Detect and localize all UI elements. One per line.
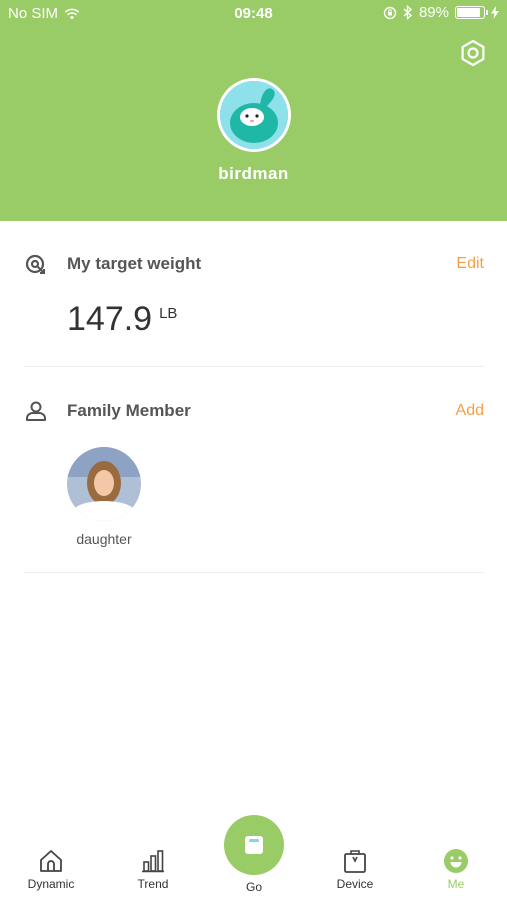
section-divider [24, 572, 484, 573]
user-avatar[interactable] [217, 78, 291, 152]
target-weight-display: 147.9 LB [67, 300, 177, 339]
tab-dynamic[interactable]: Dynamic [11, 848, 91, 891]
target-weight-unit: LB [159, 305, 178, 322]
settings-gear-icon[interactable] [458, 38, 488, 68]
add-member-button[interactable]: Add [456, 402, 484, 420]
tab-label: Device [336, 877, 374, 891]
smiley-icon [444, 849, 468, 873]
target-weight-row: My target weight Edit [24, 249, 484, 279]
member-photo [67, 447, 141, 521]
tab-label: Me [447, 877, 465, 891]
house-icon [40, 850, 62, 872]
tab-label: Dynamic [27, 877, 75, 891]
bunny-avatar-icon [220, 81, 288, 149]
go-label: Go [245, 880, 262, 894]
battery-level [457, 8, 481, 17]
battery-percent: 89% [418, 4, 449, 21]
family-member-row: Family Member Add [24, 396, 484, 426]
scale-icon [245, 836, 263, 854]
person-icon [26, 401, 46, 421]
tab-label: Trend [137, 877, 169, 891]
go-button[interactable] [224, 815, 284, 875]
family-member-item[interactable]: daughter [64, 447, 144, 547]
target-icon [25, 254, 45, 274]
target-weight-title: My target weight [67, 254, 202, 273]
username: birdman [218, 164, 289, 183]
bar-chart-icon [142, 850, 164, 873]
tab-trend[interactable]: Trend [113, 848, 193, 891]
section-divider [24, 366, 484, 367]
profile-header: No SIM 09:48 89% birdman [0, 0, 507, 221]
battery-icon [455, 6, 488, 19]
tab-me[interactable]: Me [416, 848, 496, 891]
bluetooth-icon [403, 5, 413, 20]
edit-target-button[interactable]: Edit [456, 255, 484, 273]
orientation-lock-icon [383, 6, 397, 19]
bag-icon [344, 850, 366, 873]
status-bar: No SIM 09:48 89% [0, 0, 507, 28]
member-name: daughter [76, 531, 132, 547]
family-member-title: Family Member [67, 401, 191, 420]
charging-icon [491, 6, 499, 19]
tab-device[interactable]: Device [315, 848, 395, 891]
status-right: 89% [383, 4, 499, 21]
target-weight-value: 147.9 [67, 300, 153, 338]
